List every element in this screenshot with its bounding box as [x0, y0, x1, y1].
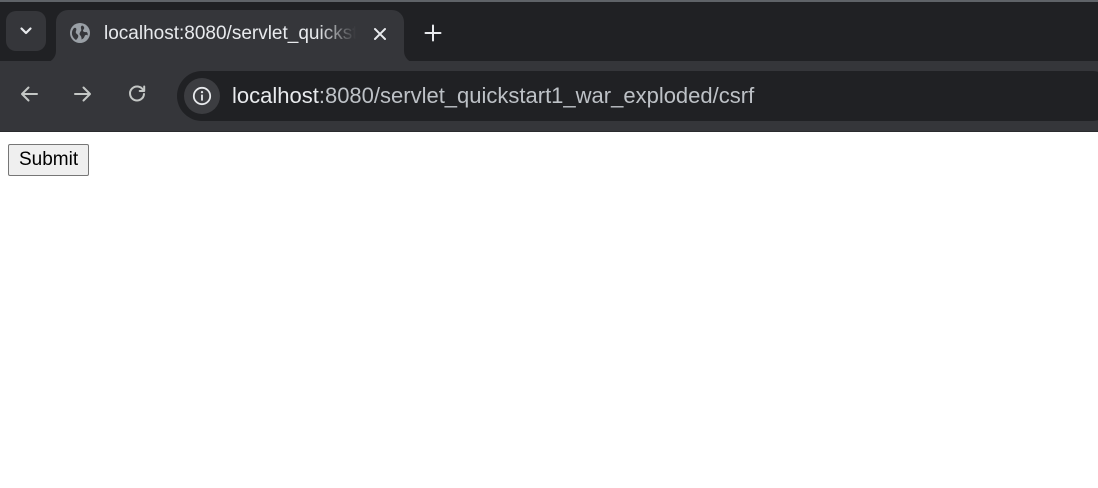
site-info-button[interactable]: [184, 78, 220, 114]
tab-search-button[interactable]: [6, 11, 46, 51]
globe-icon: [70, 23, 90, 43]
close-icon: [374, 28, 386, 40]
browser-window: localhost:8080/servlet_quickstart1_war_e…: [0, 0, 1098, 488]
tab-close-button[interactable]: [366, 20, 394, 48]
address-bar[interactable]: localhost:8080/servlet_quickstart1_war_e…: [177, 71, 1098, 121]
url-host: localhost: [232, 83, 319, 108]
forward-button[interactable]: [66, 77, 100, 111]
url-path: :8080/servlet_quickstart1_war_exploded/c…: [318, 83, 755, 108]
tab-title: localhost:8080/servlet_quickstart1_war_e…: [104, 23, 356, 44]
tab-strip: localhost:8080/servlet_quickstart1_war_e…: [0, 0, 1098, 63]
submit-button[interactable]: Submit: [8, 144, 90, 176]
info-icon: [192, 86, 212, 106]
back-button[interactable]: [12, 77, 46, 111]
chevron-down-icon: [20, 27, 32, 35]
plus-icon: [424, 24, 442, 42]
toolbar: localhost:8080/servlet_quickstart1_war_e…: [0, 61, 1098, 132]
new-tab-button[interactable]: [416, 16, 450, 50]
url-text[interactable]: localhost:8080/servlet_quickstart1_war_e…: [232, 82, 754, 110]
active-tab[interactable]: localhost:8080/servlet_quickstart1_war_e…: [56, 10, 404, 63]
arrow-left-icon: [21, 86, 38, 102]
arrow-right-icon: [74, 86, 91, 102]
reload-button[interactable]: [120, 77, 154, 111]
page-content: Submit: [0, 132, 1098, 488]
reload-icon: [129, 85, 146, 102]
